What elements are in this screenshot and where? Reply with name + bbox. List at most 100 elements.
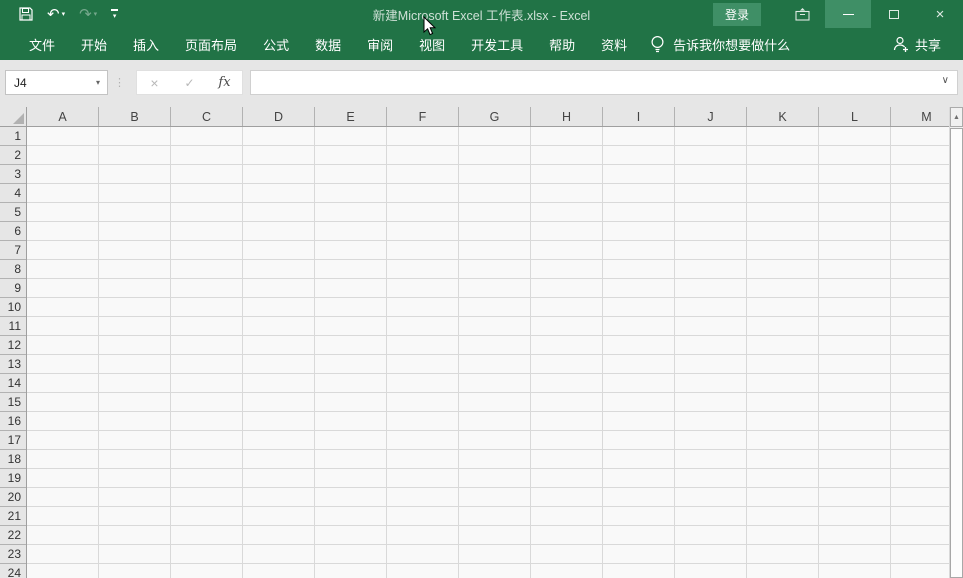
row-header-22[interactable]: 22 (0, 526, 26, 545)
column-header-K[interactable]: K (747, 107, 819, 126)
column-header-F[interactable]: F (387, 107, 459, 126)
customize-quick-access-icon: ▾ (111, 8, 119, 20)
row-header-7[interactable]: 7 (0, 241, 26, 260)
menu-tab-1[interactable]: 开始 (68, 28, 120, 60)
lightbulb-icon (651, 35, 664, 52)
quick-access-toolbar: ↶ ▾ ↷ ▾ ▾ (0, 2, 123, 26)
name-box-value: J4 (14, 75, 27, 90)
column-header-B[interactable]: B (99, 107, 171, 126)
minimize-button[interactable] (825, 0, 871, 28)
column-header-E[interactable]: E (315, 107, 387, 126)
row-header-19[interactable]: 19 (0, 469, 26, 488)
share-button[interactable]: 共享 (893, 35, 963, 54)
menu-tab-3[interactable]: 页面布局 (172, 28, 250, 60)
menu-tab-9[interactable]: 帮助 (536, 28, 588, 60)
row-headers: 1 2 3 4 5 6 7 8 9 10 11 12 13 14 15 16 17 18 19 20 21 22 23 24 (0, 127, 27, 578)
tell-me-box[interactable]: 告诉我你想要做什么 (650, 35, 790, 54)
row-header-2[interactable]: 2 (0, 146, 26, 165)
row-header-10[interactable]: 10 (0, 298, 26, 317)
save-icon (19, 7, 33, 21)
row-header-17[interactable]: 17 (0, 431, 26, 450)
row-header-11[interactable]: 11 (0, 317, 26, 336)
cell-grid[interactable] (27, 127, 949, 578)
redo-dropdown-icon: ▾ (93, 11, 98, 18)
column-header-L[interactable]: L (819, 107, 891, 126)
worksheet: ABCDEFGHIJKLM 1 2 3 4 5 6 7 8 9 10 11 12 13 14 15 16 17 1… (0, 107, 963, 578)
row-header-12[interactable]: 12 (0, 336, 26, 355)
menu-tab-2[interactable]: 插入 (120, 28, 172, 60)
menu-tab-10[interactable]: 资料 (588, 28, 640, 60)
row-header-23[interactable]: 23 (0, 545, 26, 564)
name-box-dropdown-icon[interactable]: ▾ (96, 78, 100, 87)
menu-tab-8[interactable]: 开发工具 (458, 28, 536, 60)
undo-dropdown-icon: ▾ (61, 11, 66, 18)
sign-in-button[interactable]: 登录 (712, 2, 761, 26)
row-header-14[interactable]: 14 (0, 374, 26, 393)
excel-window: ↶ ▾ ↷ ▾ ▾ 新建Microsoft Excel 工作表.xlsx - E… (0, 0, 963, 578)
menu-tab-0[interactable]: 文件 (16, 28, 68, 60)
formula-bar-row: J4 ▾ ⋮ × ✓ fx ∨ (0, 60, 963, 107)
row-header-8[interactable]: 8 (0, 260, 26, 279)
confirm-entry-button[interactable]: ✓ (175, 76, 205, 90)
vertical-scrollbar[interactable]: ▲ (949, 107, 963, 578)
formula-buttons: × ✓ fx (136, 70, 243, 95)
row-header-4[interactable]: 4 (0, 184, 26, 203)
menu-tab-4[interactable]: 公式 (250, 28, 302, 60)
select-all-triangle-icon (13, 113, 24, 124)
row-header-20[interactable]: 20 (0, 488, 26, 507)
menu-tabs: 文件 开始 插入 页面布局 公式 数据 审阅 视图 开发工具 帮助 资料 (16, 28, 640, 60)
row-header-16[interactable]: 16 (0, 412, 26, 431)
insert-function-button[interactable]: fx (210, 75, 240, 90)
share-label: 共享 (914, 37, 941, 53)
name-box[interactable]: J4 ▾ (5, 70, 108, 95)
titlebar-controls: 登录 × (712, 0, 963, 28)
cancel-entry-button[interactable]: × (140, 75, 170, 91)
menu-tab-5[interactable]: 数据 (302, 28, 354, 60)
menu-tab-6[interactable]: 审阅 (354, 28, 406, 60)
redo-button[interactable]: ↷ ▾ (74, 2, 102, 26)
customize-quick-access-button[interactable]: ▾ (106, 2, 123, 26)
scroll-up-button[interactable]: ▲ (950, 107, 963, 127)
column-header-M[interactable]: M (891, 107, 949, 126)
column-header-H[interactable]: H (531, 107, 603, 126)
titlebar: ↶ ▾ ↷ ▾ ▾ 新建Microsoft Excel 工作表.xlsx - E… (0, 0, 963, 28)
row-header-3[interactable]: 3 (0, 165, 26, 184)
ribbon-tab-bar: 文件 开始 插入 页面布局 公式 数据 审阅 视图 开发工具 帮助 资料 告诉我你想要做什么 共享 (0, 28, 963, 60)
maximize-button[interactable] (871, 0, 917, 28)
formula-input[interactable]: ∨ (250, 70, 958, 95)
menu-tab-7[interactable]: 视图 (406, 28, 458, 60)
row-header-24[interactable]: 24 (0, 564, 26, 578)
redo-icon: ↷ (79, 5, 92, 23)
row-header-21[interactable]: 21 (0, 507, 26, 526)
column-header-D[interactable]: D (243, 107, 315, 126)
ribbon-display-options-icon (794, 7, 810, 21)
close-button[interactable]: × (917, 0, 963, 28)
row-header-18[interactable]: 18 (0, 450, 26, 469)
row-header-5[interactable]: 5 (0, 203, 26, 222)
column-header-G[interactable]: G (459, 107, 531, 126)
maximize-icon (889, 9, 899, 19)
close-icon: × (935, 5, 945, 23)
save-button[interactable] (14, 2, 38, 26)
column-header-I[interactable]: I (603, 107, 675, 126)
column-header-C[interactable]: C (171, 107, 243, 126)
ribbon-display-options-button[interactable] (779, 0, 825, 28)
undo-icon: ↶ (47, 5, 60, 23)
expand-formula-bar-icon[interactable]: ∨ (942, 75, 949, 86)
select-all-button[interactable] (0, 107, 27, 127)
formula-bar-drag-handle[interactable]: ⋮ (114, 70, 125, 95)
column-header-J[interactable]: J (675, 107, 747, 126)
share-person-icon (893, 36, 908, 52)
undo-button[interactable]: ↶ ▾ (42, 2, 70, 26)
row-header-1[interactable]: 1 (0, 127, 26, 146)
scroll-up-icon: ▲ (953, 113, 960, 121)
tell-me-label: 告诉我你想要做什么 (673, 37, 791, 53)
row-header-15[interactable]: 15 (0, 393, 26, 412)
minimize-icon (842, 13, 854, 15)
row-header-13[interactable]: 13 (0, 355, 26, 374)
column-headers: ABCDEFGHIJKLM (27, 107, 949, 127)
scrollbar-thumb[interactable] (950, 128, 963, 578)
column-header-A[interactable]: A (27, 107, 99, 126)
row-header-6[interactable]: 6 (0, 222, 26, 241)
row-header-9[interactable]: 9 (0, 279, 26, 298)
